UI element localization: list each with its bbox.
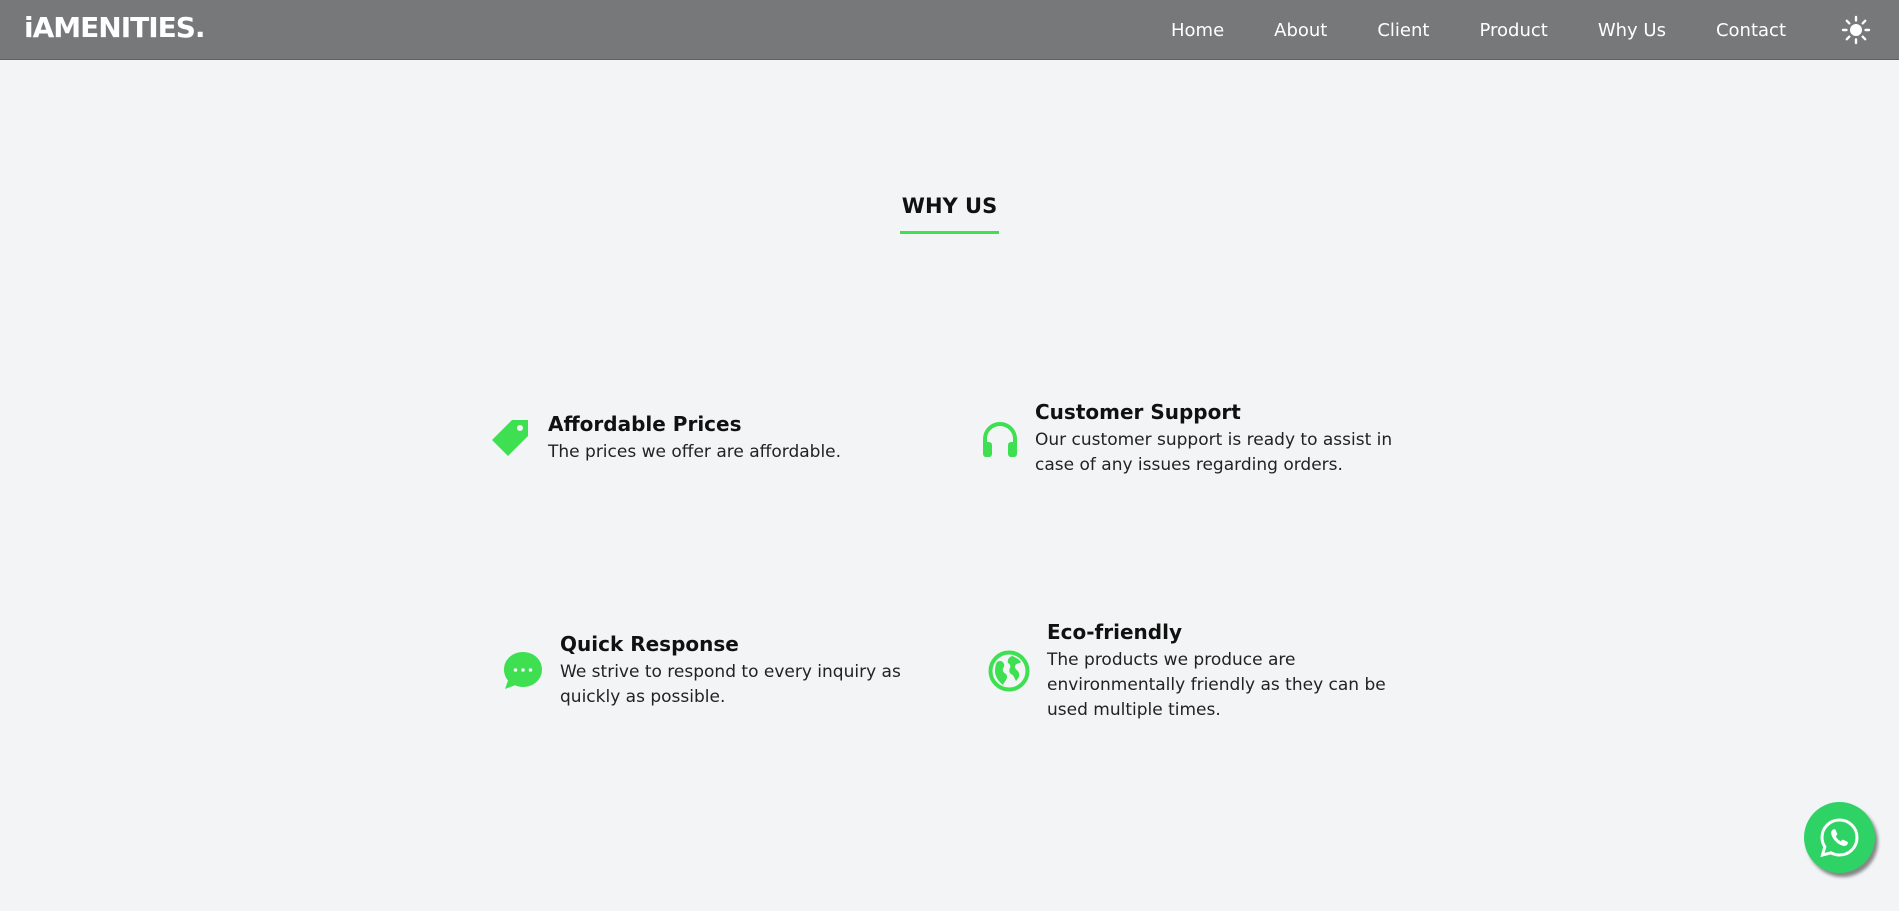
feature-title: Eco-friendly — [1047, 620, 1182, 644]
feature-description: The prices we offer are affordable. — [548, 442, 842, 462]
nav-link-home[interactable]: Home — [1171, 20, 1224, 41]
nav-link-client[interactable]: Client — [1377, 20, 1429, 41]
whatsapp-icon — [1820, 818, 1859, 858]
globe-icon — [988, 650, 1032, 694]
feature-quick-response: Quick Response We strive to respond to e… — [502, 630, 942, 715]
section-title-underline — [900, 231, 999, 234]
feature-title: Customer Support — [1035, 400, 1241, 424]
feature-affordable-prices: Affordable Prices The prices we offer ar… — [490, 410, 910, 470]
feature-eco-friendly: Eco-friendly The products we produce are… — [988, 618, 1428, 728]
chat-bubble-icon — [502, 650, 546, 694]
feature-title: Affordable Prices — [548, 412, 742, 436]
sun-icon — [1841, 15, 1871, 45]
feature-customer-support: Customer Support Our customer support is… — [978, 398, 1418, 483]
nav-link-about[interactable]: About — [1274, 20, 1327, 41]
headphones-icon — [980, 420, 1024, 464]
feature-title: Quick Response — [560, 632, 739, 656]
section-title: WHY US — [901, 194, 998, 218]
feature-description: Our customer support is ready to assist … — [1035, 430, 1393, 475]
brand-logo[interactable]: iAMENITIES. — [24, 11, 206, 44]
navbar: iAMENITIES. Home About Client Product Wh… — [0, 0, 1899, 60]
price-tag-icon — [490, 418, 534, 462]
feature-description: The products we produce are environmenta… — [1047, 650, 1386, 720]
nav-menu: Home About Client Product Why Us Contact — [1171, 0, 1786, 60]
nav-link-why-us[interactable]: Why Us — [1598, 20, 1666, 41]
nav-link-product[interactable]: Product — [1479, 20, 1547, 41]
whatsapp-button[interactable] — [1804, 802, 1875, 873]
feature-description: We strive to respond to every inquiry as… — [560, 662, 901, 707]
nav-link-contact[interactable]: Contact — [1716, 20, 1786, 41]
theme-toggle-button[interactable] — [1841, 15, 1871, 45]
